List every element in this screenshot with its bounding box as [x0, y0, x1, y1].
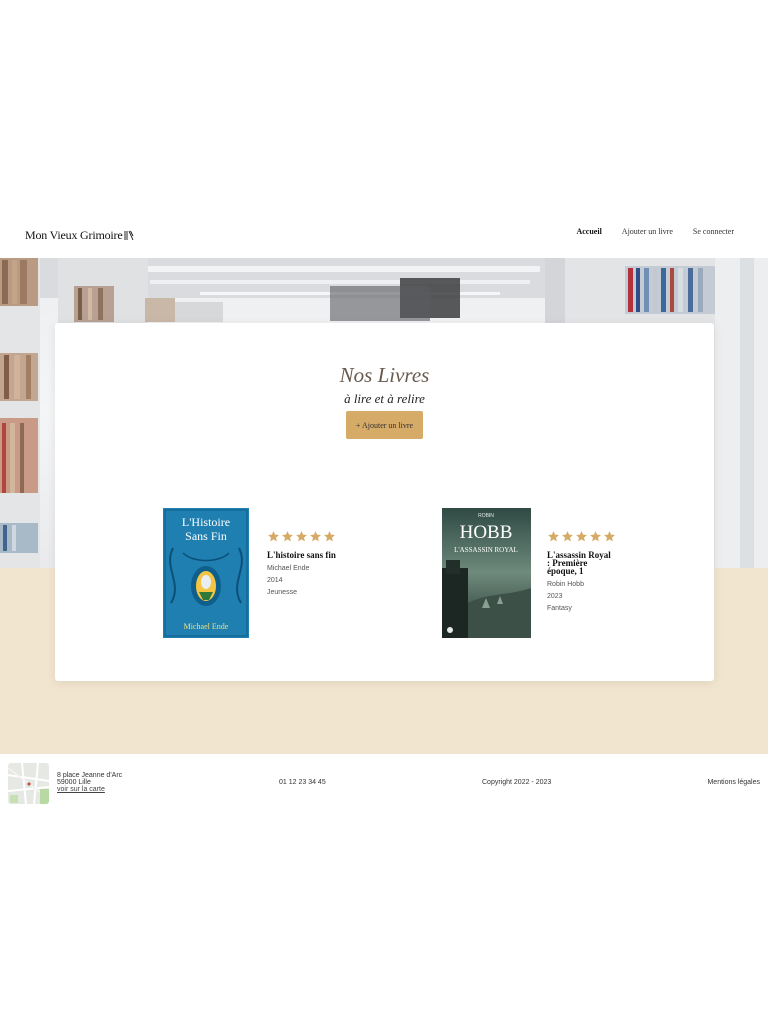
- page-title: Nos Livres: [339, 363, 430, 387]
- book-author: Robin Hobb: [547, 581, 584, 588]
- site-logo[interactable]: Mon Vieux Grimoire: [25, 228, 134, 243]
- book-genre: Jeunesse: [267, 589, 297, 596]
- book-genre: Fantasy: [547, 605, 572, 612]
- map-thumbnail[interactable]: [8, 763, 49, 804]
- cover-author-last: HOBB: [460, 522, 513, 543]
- star-icon: [296, 531, 307, 542]
- map-link[interactable]: voir sur la carte: [57, 786, 122, 793]
- star-icon: [590, 531, 601, 542]
- star-icon: [268, 531, 279, 542]
- logo-text: Mon Vieux Grimoire: [25, 228, 123, 242]
- rating-stars: [547, 530, 619, 543]
- star-icon: [576, 531, 587, 542]
- star-icon: [324, 531, 335, 542]
- star-icon: [310, 531, 321, 542]
- star-icon: [604, 531, 615, 542]
- footer-address: 8 place Jeanne d'Arc 59000 Lille voir su…: [57, 772, 122, 793]
- book-card[interactable]: ROBIN HOBB L'ASSASSIN ROYAL L'assassin R…: [442, 508, 619, 638]
- rating-stars: [267, 530, 339, 543]
- star-icon: [282, 531, 293, 542]
- book-year: 2014: [267, 577, 283, 584]
- main-nav: Accueil Ajouter un livre Se connecter: [576, 227, 734, 236]
- nav-se-connecter[interactable]: Se connecter: [693, 227, 734, 236]
- add-book-button[interactable]: + Ajouter un livre: [346, 411, 423, 439]
- cover-title-line2: Sans Fin: [185, 529, 227, 543]
- footer-phone: 01 12 23 34 45: [279, 779, 326, 786]
- page-subtitle: à lire et à relire: [344, 391, 425, 406]
- book-title[interactable]: L'histoire sans fin: [267, 551, 339, 560]
- book-year: 2023: [547, 593, 563, 600]
- site-footer: 8 place Jeanne d'Arc 59000 Lille voir su…: [0, 754, 768, 812]
- book-title[interactable]: L'assassin Royal : Première époque, 1: [547, 551, 613, 576]
- book-info: L'assassin Royal : Première époque, 1 Ro…: [547, 530, 619, 615]
- nav-accueil[interactable]: Accueil: [576, 227, 601, 236]
- footer-copyright: Copyright 2022 - 2023: [482, 779, 552, 786]
- star-icon: [562, 531, 573, 542]
- address-line1: 8 place Jeanne d'Arc: [57, 772, 123, 779]
- nav-ajouter-livre[interactable]: Ajouter un livre: [622, 227, 673, 236]
- cover-author-first: ROBIN: [478, 513, 494, 519]
- book-card[interactable]: L'Histoire Sans Fin Michael Ende L'histo…: [163, 508, 339, 638]
- logo-book-icon: [125, 230, 134, 241]
- star-icon: [548, 531, 559, 542]
- legal-link[interactable]: Mentions légales: [707, 779, 760, 786]
- cover-title: L'ASSASSIN ROYAL: [454, 546, 518, 554]
- cover-title-line1: L'Histoire: [182, 515, 230, 529]
- book-cover-assassin-royal[interactable]: ROBIN HOBB L'ASSASSIN ROYAL: [442, 508, 531, 638]
- address-line2: 59000 Lille: [57, 779, 91, 786]
- cover-author: Michael Ende: [184, 622, 229, 631]
- map-icon: [8, 763, 49, 804]
- book-info: L'histoire sans fin Michael Ende 2014 Je…: [267, 530, 339, 599]
- book-author: Michael Ende: [267, 565, 310, 572]
- book-cover-histoire-sans-fin[interactable]: L'Histoire Sans Fin Michael Ende: [163, 508, 249, 638]
- books-card: Nos Livres à lire et à relire + Ajouter …: [55, 323, 714, 681]
- site-header: Mon Vieux Grimoire Accueil Ajouter un li…: [0, 212, 768, 258]
